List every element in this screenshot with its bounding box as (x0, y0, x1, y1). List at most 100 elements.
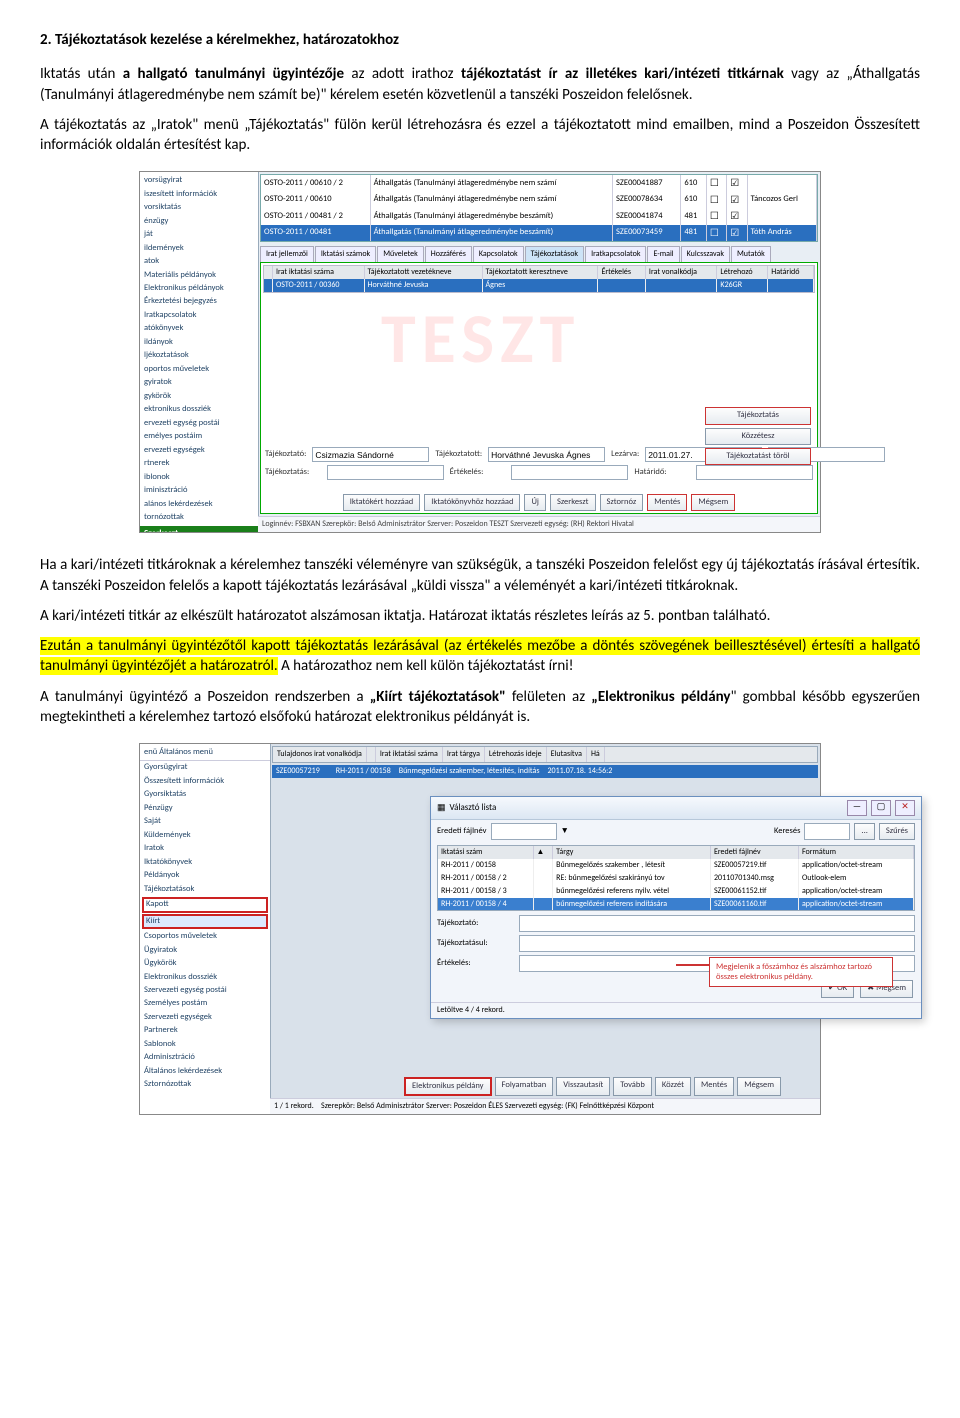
close-button[interactable]: ✕ (895, 800, 915, 816)
bottom-button[interactable]: Szerkeszt (550, 494, 596, 511)
sidebar-kiirt[interactable]: Kiírt (142, 914, 268, 929)
tab[interactable]: Kapcsolatok (473, 246, 524, 262)
sidebar-item[interactable]: Gyorsügyirat (140, 761, 270, 774)
side-button[interactable]: Tájékoztatás (705, 407, 811, 424)
sidebar-item[interactable]: Sablonok (140, 1038, 270, 1051)
sidebar-item[interactable]: ervezeti egységek (140, 444, 258, 457)
sidebar-item[interactable]: Elektronikus példányok (140, 282, 258, 295)
sidebar-item[interactable]: rtnerek (140, 457, 258, 470)
sidebar-item[interactable]: iblonok (140, 471, 258, 484)
sidebar-edit-header[interactable]: Szerkeszt (140, 526, 258, 532)
sidebar-item[interactable]: Csoportos műveletek (140, 930, 270, 943)
tab[interactable]: E-mail (647, 246, 679, 262)
search-input[interactable] (804, 823, 850, 840)
sidebar-item[interactable]: Összesített információk (140, 775, 270, 788)
sidebar-kapott[interactable]: Kapott (142, 897, 268, 912)
sidebar-item[interactable]: Materiális példányok (140, 269, 258, 282)
sidebar-item[interactable]: Személyes postám (140, 997, 270, 1010)
bottom-button[interactable]: Mégsem (737, 1077, 781, 1096)
bottom-button[interactable]: Új (524, 494, 546, 511)
sidebar-item[interactable]: gyiratok (140, 376, 258, 389)
sidebar-item[interactable]: Pénzügy (140, 802, 270, 815)
sidebar-item[interactable]: Adminisztráció (140, 1051, 270, 1064)
bottom-button[interactable]: Elektronikus példány (404, 1077, 492, 1096)
sidebar-item[interactable]: atok (140, 255, 258, 268)
sidebar-item[interactable]: tornózottak (140, 511, 258, 524)
sidebar-item[interactable]: Iratkapcsolatok (140, 309, 258, 322)
tab[interactable]: Iratkapcsolatok (585, 246, 646, 262)
search-button[interactable]: ... (854, 823, 874, 840)
sidebar-item[interactable]: Tájékoztatások (140, 883, 270, 896)
d-tajekoztatasul[interactable] (519, 935, 915, 952)
sidebar-item[interactable]: oportos műveletek (140, 363, 258, 376)
s1-top-grid[interactable]: OSTO-2011 / 00610 / 2Áthallgatás (Tanulm… (260, 174, 818, 242)
tab[interactable]: Mutatók (731, 246, 771, 262)
sidebar-item[interactable]: gykörök (140, 390, 258, 403)
sidebar-item[interactable]: Saját (140, 815, 270, 828)
tab[interactable]: Hozzáférés (425, 246, 472, 262)
s2-top-row[interactable]: SZE00057219RH-2011 / 00158Bűnmegelőzési … (272, 765, 818, 778)
side-button[interactable]: Tájékoztatást töröl (705, 448, 811, 465)
tab[interactable]: Iktatási számok (315, 246, 376, 262)
sidebar-item[interactable]: ját (140, 228, 258, 241)
tajekoztato-field[interactable] (312, 447, 429, 462)
sidebar-item[interactable]: Példányok (140, 869, 270, 882)
bottom-button[interactable]: Mentés (694, 1077, 734, 1096)
tajekoztatott-field[interactable] (488, 447, 605, 462)
sidebar-item[interactable]: Gyorsiktatás (140, 788, 270, 801)
sidebar-item[interactable]: iminisztráció (140, 484, 258, 497)
sidebar-item[interactable]: Elektronikus dossziék (140, 971, 270, 984)
tab[interactable]: Kulcsszavak (681, 246, 730, 262)
s1-inner-grid[interactable]: Irat iktatási számaTájékoztatott vezeték… (263, 265, 815, 293)
sidebar-item[interactable]: Szervezeti egység postái (140, 984, 270, 997)
min-button[interactable]: — (847, 800, 867, 816)
sidebar-item[interactable]: Sztornózottak (140, 1078, 270, 1091)
max-button[interactable]: ▢ (871, 800, 891, 816)
side-button[interactable]: Közzétesz (705, 428, 811, 445)
bottom-button[interactable]: Iktatókért hozzáad (343, 494, 421, 511)
tab[interactable]: Irat jellemzői (260, 246, 314, 262)
bottom-button[interactable]: Közzét (655, 1077, 691, 1096)
sidebar-item[interactable]: ljékoztatások (140, 349, 258, 362)
sidebar-item[interactable]: Érkeztetési bejegyzés (140, 295, 258, 308)
sidebar-item[interactable]: ildányok (140, 336, 258, 349)
bottom-button[interactable]: Mentés (647, 494, 687, 511)
tab[interactable]: Tájékoztatások (525, 246, 584, 262)
sidebar-item[interactable]: emélyes postáim (140, 430, 258, 443)
s1-tab-bar: Irat jellemzőiIktatási számokMűveletekHo… (260, 246, 818, 262)
filter-button[interactable]: Szűrés (879, 823, 915, 840)
sidebar-item[interactable]: iszesített információk (140, 188, 258, 201)
bottom-button[interactable]: Visszautasít (556, 1077, 610, 1096)
sidebar-item[interactable]: énzügy (140, 215, 258, 228)
sidebar-item[interactable]: ervezeti egység postái (140, 417, 258, 430)
sidebar-item[interactable]: alános lekérdezések (140, 498, 258, 511)
bottom-button[interactable]: Mégsem (691, 494, 735, 511)
sidebar-item[interactable]: Ügykörök (140, 957, 270, 970)
sidebar-item[interactable]: atókönyvek (140, 322, 258, 335)
bottom-button[interactable]: Sztornóz (600, 494, 644, 511)
sidebar-item[interactable]: Partnerek (140, 1024, 270, 1037)
s2-sidebar: enü Általános menü GyorsügyiratÖsszesíte… (140, 744, 271, 1114)
sidebar-item[interactable]: ektronikus dossziék (140, 403, 258, 416)
sidebar-item[interactable]: Küldemények (140, 829, 270, 842)
source-select[interactable] (491, 823, 557, 840)
sidebar-item[interactable]: Iratok (140, 842, 270, 855)
dialog-grid[interactable]: Iktatási szám▲TárgyEredeti fájlnévFormát… (437, 845, 915, 911)
bottom-button[interactable]: Iktatókönyvhöz hozzáad (424, 494, 520, 511)
sidebar-item[interactable]: Szervezeti egységek (140, 1011, 270, 1024)
sidebar-item[interactable]: Iktatókönyvek (140, 856, 270, 869)
bottom-button[interactable]: Tovább (613, 1077, 652, 1096)
bottom-button[interactable]: Folyamatban (495, 1077, 554, 1096)
ertekeles-text[interactable] (511, 465, 628, 480)
sidebar-item[interactable]: ildemények (140, 242, 258, 255)
sidebar-item[interactable]: vorsügyirat (140, 174, 258, 187)
sidebar-item[interactable]: vorsiktatás (140, 201, 258, 214)
hatarido-field[interactable] (696, 465, 813, 480)
sidebar-item[interactable]: Általános lekérdezések (140, 1065, 270, 1078)
para-3: Ha a kari/intézeti titkároknak a kérelem… (40, 555, 920, 596)
tab[interactable]: Műveletek (377, 246, 424, 262)
s2-status-bar: 1 / 1 rekord. Szerepkör: Belső Adminiszt… (270, 1098, 820, 1114)
sidebar-item[interactable]: Ügyiratok (140, 944, 270, 957)
d-tajekoztato[interactable] (519, 915, 915, 932)
tajekoztatas-text[interactable] (327, 465, 444, 480)
